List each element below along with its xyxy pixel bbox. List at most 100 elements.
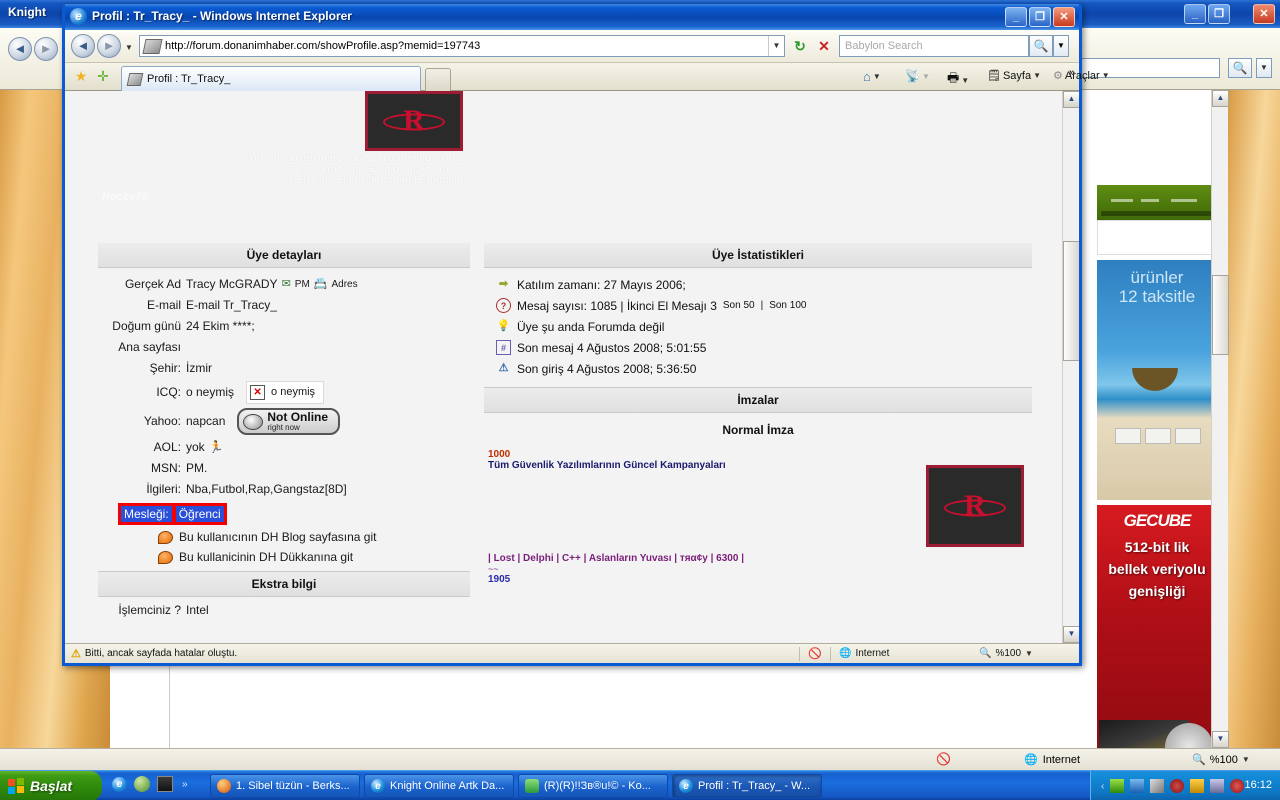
- favorites-star-icon[interactable]: ★: [73, 69, 89, 85]
- quicklaunch-desktop-icon[interactable]: [134, 776, 150, 792]
- search-input[interactable]: Babylon Search: [839, 35, 1029, 57]
- yahoo-status-badge[interactable]: Not Online right now: [237, 408, 341, 435]
- taskbar-clock[interactable]: 16:12: [1244, 779, 1272, 791]
- background-scrollbar[interactable]: ▲ ▼: [1211, 90, 1229, 748]
- pm-icon[interactable]: ✉: [282, 276, 291, 293]
- rockets-logo-ring-top: [383, 113, 445, 131]
- tray-alert-icon[interactable]: [1230, 779, 1245, 793]
- start-button[interactable]: Başlat: [0, 771, 102, 800]
- print-caret-icon[interactable]: ▼: [961, 76, 969, 85]
- tray-shield-icon[interactable]: [1190, 779, 1205, 793]
- ie-close-button[interactable]: ✕: [1053, 7, 1075, 27]
- address-dropdown-icon[interactable]: ▼: [768, 36, 784, 56]
- ad-banner-beach[interactable]: ürünler 12 taksitle: [1097, 260, 1217, 500]
- stop-icon[interactable]: ✕: [813, 35, 835, 57]
- tools-menu[interactable]: ⚙ Araçlar ▼: [1053, 69, 1110, 83]
- tray-volume-icon[interactable]: [1150, 779, 1165, 793]
- rss-icon[interactable]: 📡 ▼: [905, 69, 930, 83]
- last-100-link[interactable]: Son 100: [769, 300, 806, 311]
- taskbar-item-3[interactable]: e Profil : Tr_Tracy_ - W...: [672, 774, 822, 798]
- search-dropdown-icon[interactable]: ▼: [1053, 35, 1069, 57]
- tray-battery-icon[interactable]: [1110, 779, 1125, 793]
- background-maximize-button[interactable]: ❐: [1208, 4, 1230, 24]
- background-forward-button[interactable]: ►: [34, 37, 58, 61]
- background-close-button[interactable]: ✕: [1253, 4, 1275, 24]
- address-input[interactable]: http://forum.donanimhaber.com/showProfil…: [165, 40, 768, 52]
- ie-maximize-button[interactable]: ❐: [1029, 7, 1051, 27]
- zoom-caret-icon[interactable]: ▼: [1025, 649, 1033, 658]
- forum-profile-page: R You can do anything you set your mind …: [98, 91, 1062, 643]
- tray-network-icon[interactable]: [1130, 779, 1145, 793]
- search-icon[interactable]: 🔍: [1029, 35, 1053, 57]
- status-warning-icon[interactable]: ⚠: [71, 647, 81, 660]
- popup-blocked-icon[interactable]: 🚫: [808, 647, 822, 660]
- last-50-link[interactable]: Son 50: [723, 300, 755, 311]
- rockets-logo-signature: R: [926, 465, 1024, 547]
- security-zone[interactable]: 🌐 Internet: [839, 648, 979, 659]
- rss-caret-icon[interactable]: ▼: [922, 72, 930, 81]
- taskbar-item-2[interactable]: (R)(R)!!Зв®u!© - Ko...: [518, 774, 668, 798]
- back-button[interactable]: ◄: [71, 34, 95, 58]
- icq-badge-text: o neymiş: [271, 386, 316, 398]
- address-bar[interactable]: http://forum.donanimhaber.com/showProfil…: [139, 35, 785, 57]
- background-search-icon[interactable]: 🔍: [1228, 58, 1252, 78]
- tray-antivirus-icon[interactable]: [1170, 779, 1185, 793]
- print-icon[interactable]: 🖶 ▼: [947, 69, 969, 91]
- profile-banner: R You can do anything you set your mind …: [98, 91, 1062, 243]
- forward-button[interactable]: ►: [97, 34, 121, 58]
- arrow-icon: ➡: [498, 278, 509, 290]
- zoom-level-label: %100: [995, 648, 1022, 659]
- detail-value-email[interactable]: E-mail Tr_Tracy_: [186, 297, 277, 314]
- ad-banner-green[interactable]: [1097, 185, 1217, 220]
- refresh-icon[interactable]: ↻: [789, 35, 811, 57]
- page-scrollbar[interactable]: ▲ ▼: [1062, 91, 1079, 643]
- address-icon[interactable]: 📇: [314, 276, 328, 293]
- scroll-down-icon[interactable]: ▼: [1063, 626, 1079, 643]
- taskbar-item-1[interactable]: e Knight Online Artk Da...: [364, 774, 514, 798]
- beach-chair-2: [1145, 428, 1171, 444]
- page-menu-icon: 🗒: [987, 70, 1001, 82]
- quicklaunch-media-icon[interactable]: [157, 776, 173, 792]
- address-label[interactable]: Adres: [331, 276, 357, 293]
- detail-row-email: E-mail E-mail Tr_Tracy_: [98, 295, 470, 316]
- tray-update-icon[interactable]: [1210, 779, 1225, 793]
- ad-banner-white[interactable]: [1097, 220, 1217, 255]
- scroll-thumb[interactable]: [1063, 241, 1079, 361]
- pm-label[interactable]: PM: [295, 276, 310, 293]
- quicklaunch-chevron-icon[interactable]: »: [182, 779, 188, 790]
- rockets-logo-ring-signature: [944, 499, 1006, 517]
- signature-links[interactable]: | Lost | Delphi | C++ | Aslanların Yuvas…: [488, 553, 1024, 564]
- background-scroll-up-icon[interactable]: ▲: [1212, 90, 1229, 107]
- background-zoom-icon[interactable]: 🔍: [1192, 753, 1206, 766]
- home-caret-icon[interactable]: ▼: [873, 72, 881, 81]
- zoom-control[interactable]: 🔍 %100 ▼: [979, 648, 1079, 659]
- ie-minimize-button[interactable]: _: [1005, 7, 1027, 27]
- new-tab-button[interactable]: [425, 68, 451, 91]
- home-icon[interactable]: ⌂ ▼: [863, 69, 881, 84]
- history-dropdown-icon[interactable]: ▼: [125, 43, 133, 52]
- background-scroll-thumb[interactable]: [1212, 275, 1229, 355]
- background-scroll-down-icon[interactable]: ▼: [1212, 731, 1229, 748]
- ad-banner-gecube[interactable]: GECUBE 512-bit lik bellek veriyolu geniş…: [1097, 505, 1217, 775]
- stat-row-online-status: 💡 Üye şu anda Forumda değil: [484, 316, 1032, 337]
- ad-gecube-brand: GECUBE: [1123, 511, 1192, 530]
- toolbar-overflow-chevron-icon[interactable]: »: [1069, 67, 1075, 79]
- add-to-favorites-icon[interactable]: ✛: [95, 69, 111, 85]
- background-back-button[interactable]: ◄: [8, 37, 32, 61]
- yahoo-status-title: Not Online: [267, 410, 329, 424]
- tab-profil[interactable]: Profil : Tr_Tracy_: [121, 66, 421, 91]
- detail-row-realname: Gerçek Ad Tracy McGRADY ✉ PM 📇 Adres: [98, 274, 470, 295]
- background-zoom-caret-icon[interactable]: ▼: [1242, 755, 1250, 764]
- taskbar-item-0[interactable]: 1. Sibel tüzün - Berks...: [210, 774, 360, 798]
- background-search-dropdown-icon[interactable]: ▼: [1256, 58, 1272, 78]
- dh-blog-link[interactable]: Bu kullanıcının DH Blog sayfasına git: [98, 527, 470, 547]
- page-menu[interactable]: 🗒 Sayfa ▼: [987, 69, 1041, 83]
- page-menu-caret-icon[interactable]: ▼: [1033, 71, 1041, 80]
- tray-expand-chevron-icon[interactable]: ‹: [1101, 781, 1104, 792]
- icq-status-badge[interactable]: ✕ o neymiş: [246, 381, 325, 404]
- scroll-up-icon[interactable]: ▲: [1063, 91, 1079, 108]
- background-minimize-button[interactable]: _: [1184, 4, 1206, 24]
- tools-menu-caret-icon[interactable]: ▼: [1102, 71, 1110, 80]
- dh-shop-link[interactable]: Bu kullanicinin DH Dükkanına git: [98, 547, 470, 567]
- quicklaunch-ie-icon[interactable]: e: [112, 776, 127, 792]
